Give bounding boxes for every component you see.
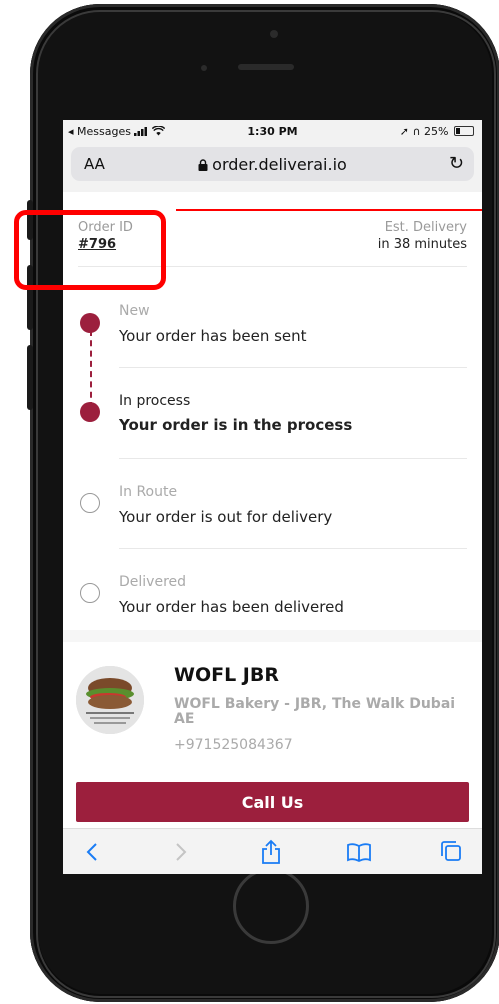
step-description: Your order is out for delivery	[119, 508, 333, 526]
restaurant-address: WOFL Bakery - JBR, The Walk Dubai AE	[174, 696, 456, 727]
earpiece-speaker	[238, 64, 294, 70]
volume-down-button	[27, 345, 33, 410]
step-title: In process	[119, 393, 191, 409]
bookmarks-icon[interactable]	[344, 837, 374, 867]
highlight-box	[14, 210, 166, 290]
home-button[interactable]	[233, 868, 309, 944]
step-in-process: In process Your order is in the process	[63, 368, 482, 458]
step-delivered: Delivered Your order has been delivered	[63, 549, 482, 639]
step-status-dot	[80, 583, 100, 603]
share-icon[interactable]	[256, 837, 286, 867]
browser-toolbar	[63, 828, 482, 874]
restaurant-name: WOFL JBR	[174, 664, 279, 686]
forward-icon[interactable]	[165, 837, 195, 867]
restaurant-logo-image	[76, 666, 144, 734]
step-title: In Route	[119, 484, 178, 500]
tabs-icon[interactable]	[436, 837, 466, 867]
step-description: Your order has been sent	[119, 327, 307, 345]
restaurant-phone: +971525084367	[174, 737, 293, 753]
step-description: Your order has been delivered	[119, 598, 344, 616]
step-status-dot	[80, 402, 100, 422]
proximity-sensor	[201, 65, 207, 71]
restaurant-avatar	[76, 666, 144, 734]
front-camera	[270, 30, 278, 38]
annotation-overlay	[14, 120, 499, 320]
step-in-route: In Route Your order is out for delivery	[63, 459, 482, 549]
step-status-dot	[80, 493, 100, 513]
section-gap	[63, 630, 482, 642]
back-icon[interactable]	[78, 837, 108, 867]
step-description: Your order is in the process	[119, 416, 353, 434]
step-title: Delivered	[119, 574, 187, 590]
call-us-button[interactable]: Call Us	[76, 782, 469, 822]
highlight-pointer-line	[176, 209, 482, 211]
